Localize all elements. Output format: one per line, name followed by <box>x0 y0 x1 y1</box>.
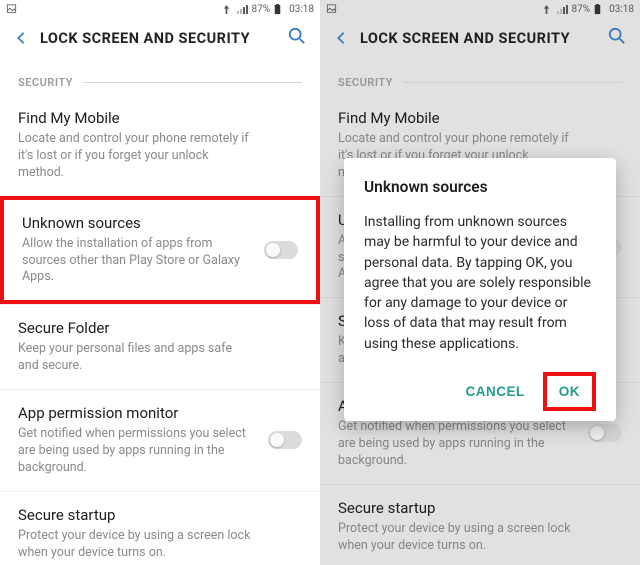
item-secure-folder[interactable]: Secure Folder Keep your personal files a… <box>0 304 320 389</box>
data-icon <box>222 4 233 14</box>
toggle-app-permission-monitor[interactable] <box>268 431 302 449</box>
dialog-actions: CANCEL OK <box>364 372 596 411</box>
back-icon[interactable] <box>14 28 28 48</box>
item-title: Unknown sources <box>22 214 298 232</box>
item-unknown-sources[interactable]: Unknown sources Allow the installation o… <box>0 196 320 305</box>
page-title: LOCK SCREEN AND SECURITY <box>40 30 276 47</box>
item-title: Secure startup <box>18 506 302 524</box>
item-secure-startup[interactable]: Secure startup Protect your device by us… <box>0 491 320 565</box>
item-subtitle: Keep your personal files and apps safe a… <box>18 341 302 375</box>
item-title: App permission monitor <box>18 404 302 422</box>
item-subtitle: Locate and control your phone remotely i… <box>18 131 302 182</box>
toggle-unknown-sources[interactable] <box>264 241 298 259</box>
section-label: SECURITY <box>18 76 73 89</box>
battery-icon <box>274 4 285 14</box>
search-icon[interactable] <box>288 27 306 49</box>
screenshot-left: 87% 03:18 LOCK SCREEN AND SECURITY SECUR… <box>0 0 320 565</box>
image-icon <box>6 4 17 14</box>
clock: 03:18 <box>289 4 314 15</box>
cancel-button[interactable]: CANCEL <box>454 376 537 407</box>
dialog-body: Installing from unknown sources may be h… <box>364 212 596 354</box>
item-title: Secure Folder <box>18 319 302 337</box>
item-app-permission-monitor[interactable]: App permission monitor Get notified when… <box>0 389 320 491</box>
ok-highlight: OK <box>543 372 596 411</box>
status-bar: 87% 03:18 <box>0 0 320 18</box>
section-header: SECURITY <box>0 58 320 95</box>
ok-button[interactable]: OK <box>547 376 592 407</box>
signal-icon <box>237 4 248 14</box>
item-subtitle: Get notified when permissions you select… <box>18 426 302 477</box>
screenshot-right: 87% 03:18 LOCK SCREEN AND SECURITY SECUR… <box>320 0 640 565</box>
dialog-unknown-sources: Unknown sources Installing from unknown … <box>344 158 616 421</box>
item-find-my-mobile[interactable]: Find My Mobile Locate and control your p… <box>0 95 320 196</box>
app-bar: LOCK SCREEN AND SECURITY <box>0 18 320 58</box>
battery-pct: 87% <box>252 4 271 15</box>
item-subtitle: Protect your device by using a screen lo… <box>18 528 302 562</box>
item-subtitle: Allow the installation of apps from sour… <box>22 236 298 287</box>
divider <box>83 82 302 83</box>
item-title: Find My Mobile <box>18 109 302 127</box>
dialog-title: Unknown sources <box>364 178 596 196</box>
